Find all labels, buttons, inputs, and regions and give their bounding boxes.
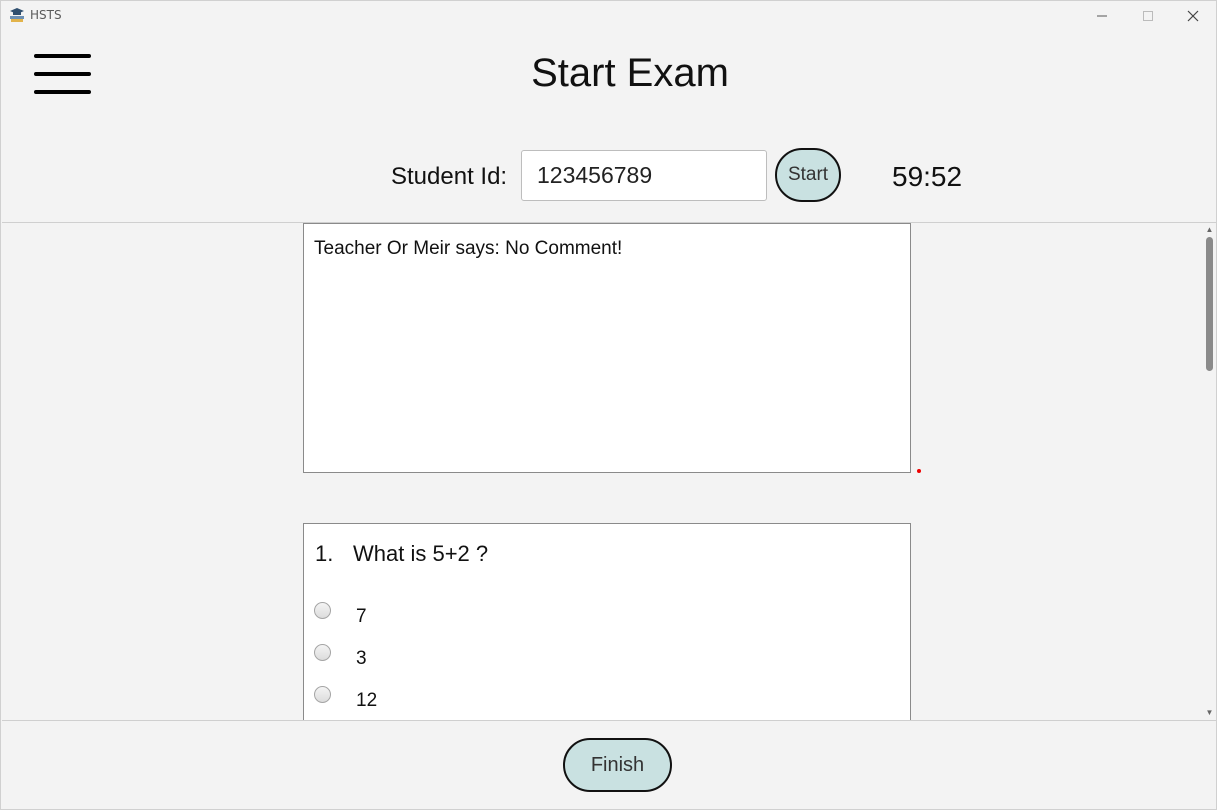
scroll-down-arrow-icon[interactable]: ▼: [1203, 708, 1216, 718]
teacher-comment-text: Teacher Or Meir says: No Comment!: [314, 238, 623, 259]
student-id-label: Student Id:: [391, 163, 508, 190]
exam-scroll-pane[interactable]: Teacher Or Meir says: No Comment! 1. Wha…: [2, 222, 1216, 721]
teacher-comment-box: Teacher Or Meir says: No Comment!: [303, 223, 911, 473]
app-logo-icon: [9, 7, 25, 23]
minimize-button[interactable]: [1079, 1, 1125, 31]
radio-button[interactable]: [314, 602, 331, 619]
exam-timer: 59:52: [892, 161, 963, 192]
question-text: What is 5+2 ?: [353, 541, 489, 566]
app-window: HSTS Start Exam Student Id: Start 59:52 …: [0, 0, 1217, 810]
start-button[interactable]: Start: [775, 148, 841, 202]
radio-button[interactable]: [314, 686, 331, 703]
question-number: 1.: [315, 541, 334, 566]
window-title: HSTS: [30, 8, 62, 22]
maximize-button[interactable]: [1125, 1, 1171, 31]
question-card: 1. What is 5+2 ? 7 3 12: [303, 523, 911, 720]
answer-label[interactable]: 7: [356, 606, 367, 628]
title-bar: HSTS: [1, 1, 1216, 31]
answer-label[interactable]: 12: [356, 690, 377, 712]
finish-button[interactable]: Finish: [563, 738, 672, 792]
close-button[interactable]: [1170, 1, 1216, 31]
student-id-input[interactable]: [521, 150, 767, 201]
page-title: Start Exam: [531, 51, 729, 95]
scroll-up-arrow-icon[interactable]: ▲: [1203, 225, 1216, 235]
answer-label[interactable]: 3: [356, 648, 367, 670]
scrollbar-thumb[interactable]: [1206, 237, 1213, 371]
vertical-scrollbar[interactable]: ▲ ▼: [1203, 223, 1216, 720]
indicator-dot: [917, 469, 921, 473]
radio-button[interactable]: [314, 644, 331, 661]
